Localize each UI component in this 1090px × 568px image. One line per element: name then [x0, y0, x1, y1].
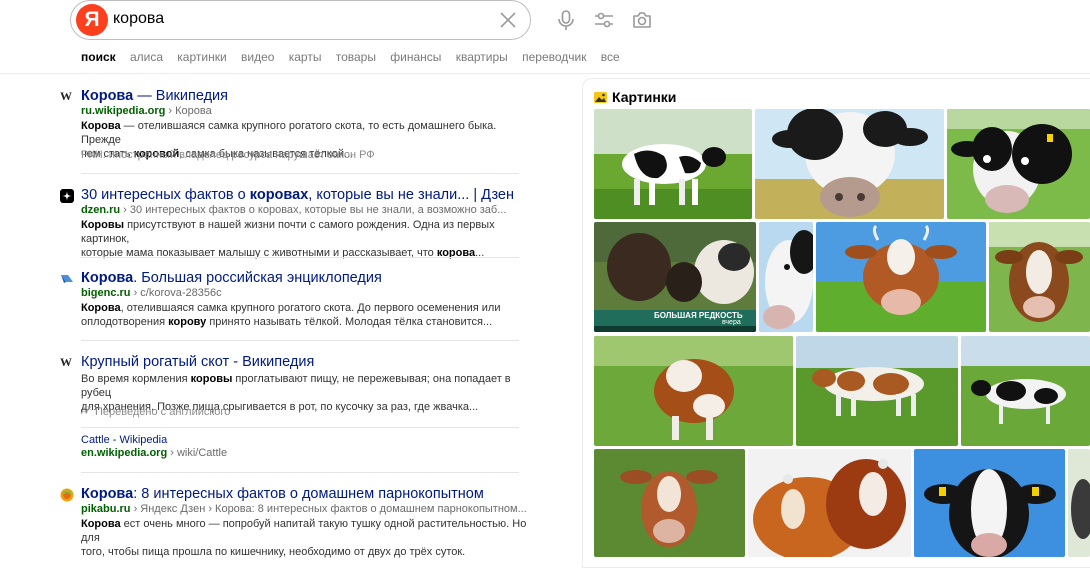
result-title-link[interactable]: Корова. Большая российская энциклопедия	[81, 270, 382, 286]
filters-icon[interactable]	[592, 8, 616, 32]
result-snippet: Корова ест очень много — попробуй напита…	[81, 518, 527, 558]
translate-icon: A 文	[81, 405, 92, 416]
pikabu-icon	[60, 488, 74, 502]
image-thumbnail[interactable]	[796, 336, 958, 446]
result-separator	[81, 427, 519, 428]
search-input[interactable]: корова	[113, 10, 164, 28]
tab-apartments[interactable]: квартиры	[456, 50, 508, 70]
images-heading[interactable]: Картинки	[594, 89, 676, 105]
microphone-icon[interactable]	[554, 8, 578, 32]
result-snippet: Коровы присутствуют в нашей жизни почти …	[81, 219, 495, 259]
clear-icon[interactable]	[498, 10, 518, 30]
tab-video[interactable]: видео	[241, 50, 274, 70]
tab-search[interactable]: поиск	[81, 50, 116, 70]
image-thumbnail[interactable]	[1068, 449, 1090, 557]
cattle-link-title[interactable]: Cattle - Wikipedia	[81, 434, 167, 446]
dzen-icon	[60, 189, 74, 203]
svg-text:文: 文	[87, 405, 92, 412]
search-box[interactable]: Я корова	[70, 0, 531, 40]
image-thumbnail[interactable]	[594, 336, 793, 446]
camera-search-icon[interactable]	[630, 8, 654, 32]
svg-text:W: W	[60, 355, 72, 369]
image-thumbnail-news[interactable]: БОЛЬШАЯ РЕДКОСТЬ вчера	[594, 222, 756, 332]
tab-finance[interactable]: финансы	[390, 50, 441, 70]
wikipedia-w-icon: W	[60, 355, 72, 369]
result-pikabu: Корова: 8 интересных фактов о домашнем п…	[60, 486, 530, 558]
translated-note: A 文 Переведено с английского	[81, 405, 231, 418]
tab-products[interactable]: товары	[336, 50, 376, 70]
svg-text:W: W	[60, 89, 72, 103]
yandex-logo[interactable]: Я	[76, 4, 108, 36]
news-time: вчера	[722, 319, 741, 326]
search-header: Я корова	[0, 0, 1090, 40]
image-thumbnail[interactable]	[947, 109, 1090, 219]
result-title-link[interactable]: Корова: 8 интересных фактов о домашнем п…	[81, 486, 484, 502]
result-bigenc: Корова. Большая российская энциклопедия …	[60, 270, 530, 330]
result-snippet: Корова, отелившаяся самка крупного рогат…	[81, 302, 501, 328]
result-url[interactable]: dzen.ru › 30 интересных фактов о коровах…	[81, 204, 506, 216]
result-separator	[81, 257, 519, 258]
result-wikipedia-korova: W Корова — Википедия ru.wikipedia.org › …	[60, 88, 530, 168]
result-title-link[interactable]: Корова — Википедия	[81, 88, 228, 104]
tab-maps[interactable]: карты	[289, 50, 322, 70]
tab-images[interactable]: картинки	[177, 50, 226, 70]
result-url[interactable]: bigenc.ru › c/korova-28356c	[81, 287, 222, 299]
result-title-link[interactable]: 30 интересных фактов о коровах, которые …	[81, 187, 514, 203]
result-separator	[81, 173, 519, 174]
image-thumbnail[interactable]	[755, 109, 944, 219]
image-thumbnail[interactable]	[816, 222, 986, 332]
result-dzen: 30 интересных фактов о коровах, которые …	[60, 187, 530, 259]
image-thumbnail[interactable]	[594, 109, 752, 219]
result-wikipedia-cattle: W Крупный рогатый скот - Википедия Во вр…	[60, 354, 530, 464]
result-title-link[interactable]: Крупный рогатый скот - Википедия	[81, 354, 314, 370]
result-url[interactable]: en.wikipedia.org › wiki/Cattle	[81, 447, 227, 459]
bigenc-icon	[61, 275, 73, 283]
image-thumbnail[interactable]	[961, 336, 1090, 446]
images-icon	[594, 92, 607, 103]
tab-all[interactable]: все	[601, 50, 620, 70]
image-thumbnail[interactable]	[914, 449, 1065, 557]
image-thumbnail[interactable]	[594, 449, 745, 557]
result-separator	[81, 340, 519, 341]
image-thumbnail[interactable]	[759, 222, 813, 332]
tab-translator[interactable]: переводчик	[522, 50, 586, 70]
result-url[interactable]: ru.wikipedia.org › Корова	[81, 105, 212, 117]
tab-alice[interactable]: алиса	[130, 50, 163, 70]
result-separator	[81, 472, 519, 473]
image-thumbnail[interactable]	[989, 222, 1090, 332]
rkn-warning: РКН: иностранный владелец ресурса наруша…	[81, 149, 375, 161]
result-url[interactable]: pikabu.ru › Яндекс Дзен › Корова: 8 инте…	[81, 503, 527, 515]
search-tabs: поиск алиса картинки видео карты товары …	[81, 50, 634, 70]
image-thumbnail[interactable]	[748, 449, 911, 557]
wikipedia-w-icon: W	[60, 89, 72, 103]
header-divider	[0, 73, 1090, 74]
